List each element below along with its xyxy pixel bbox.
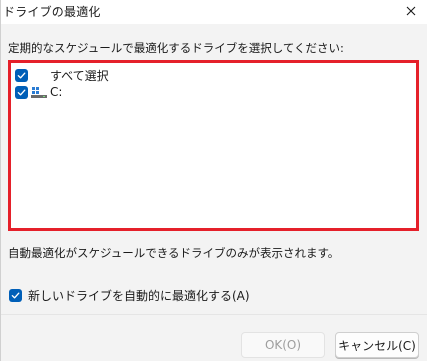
select-all-label: すべて選択 [50,68,109,83]
cancel-button[interactable]: キャンセル(C) [335,332,419,358]
auto-optimize-label: 新しいドライブを自動的に最適化する(A) [28,289,250,303]
drive-c-label: C: [50,85,63,99]
close-button[interactable] [394,0,427,22]
select-all-checkbox[interactable] [15,68,28,82]
checkmark-icon [11,292,20,299]
note-text: 自動最適化がスケジュールできるドライブのみが表示されます。 [8,246,340,260]
checkmark-icon [17,71,26,79]
list-item-drive-c[interactable]: C: [15,83,62,101]
window-title: ドライブの最適化 [3,5,101,19]
ok-button[interactable]: OK(O) [241,332,325,358]
list-item-select-all[interactable]: すべて選択 [15,66,109,84]
instruction-text: 定期的なスケジュールで最適化するドライブを選択してください: [8,41,344,55]
optimize-drives-dialog: ドライブの最適化 定期的なスケジュールで最適化するドライブを選択してください: … [0,0,427,361]
windows-drive-icon [31,87,47,98]
checkmark-icon [17,88,26,96]
drive-list[interactable]: すべて選択 C: [8,60,419,231]
auto-optimize-option[interactable]: 新しいドライブを自動的に最適化する(A) [9,287,250,304]
button-bar: OK(O) キャンセル(C) [1,314,427,361]
close-icon [406,6,416,16]
drive-c-checkbox[interactable] [15,85,28,99]
auto-optimize-checkbox[interactable] [9,289,22,302]
title-bar: ドライブの最適化 [1,0,427,24]
